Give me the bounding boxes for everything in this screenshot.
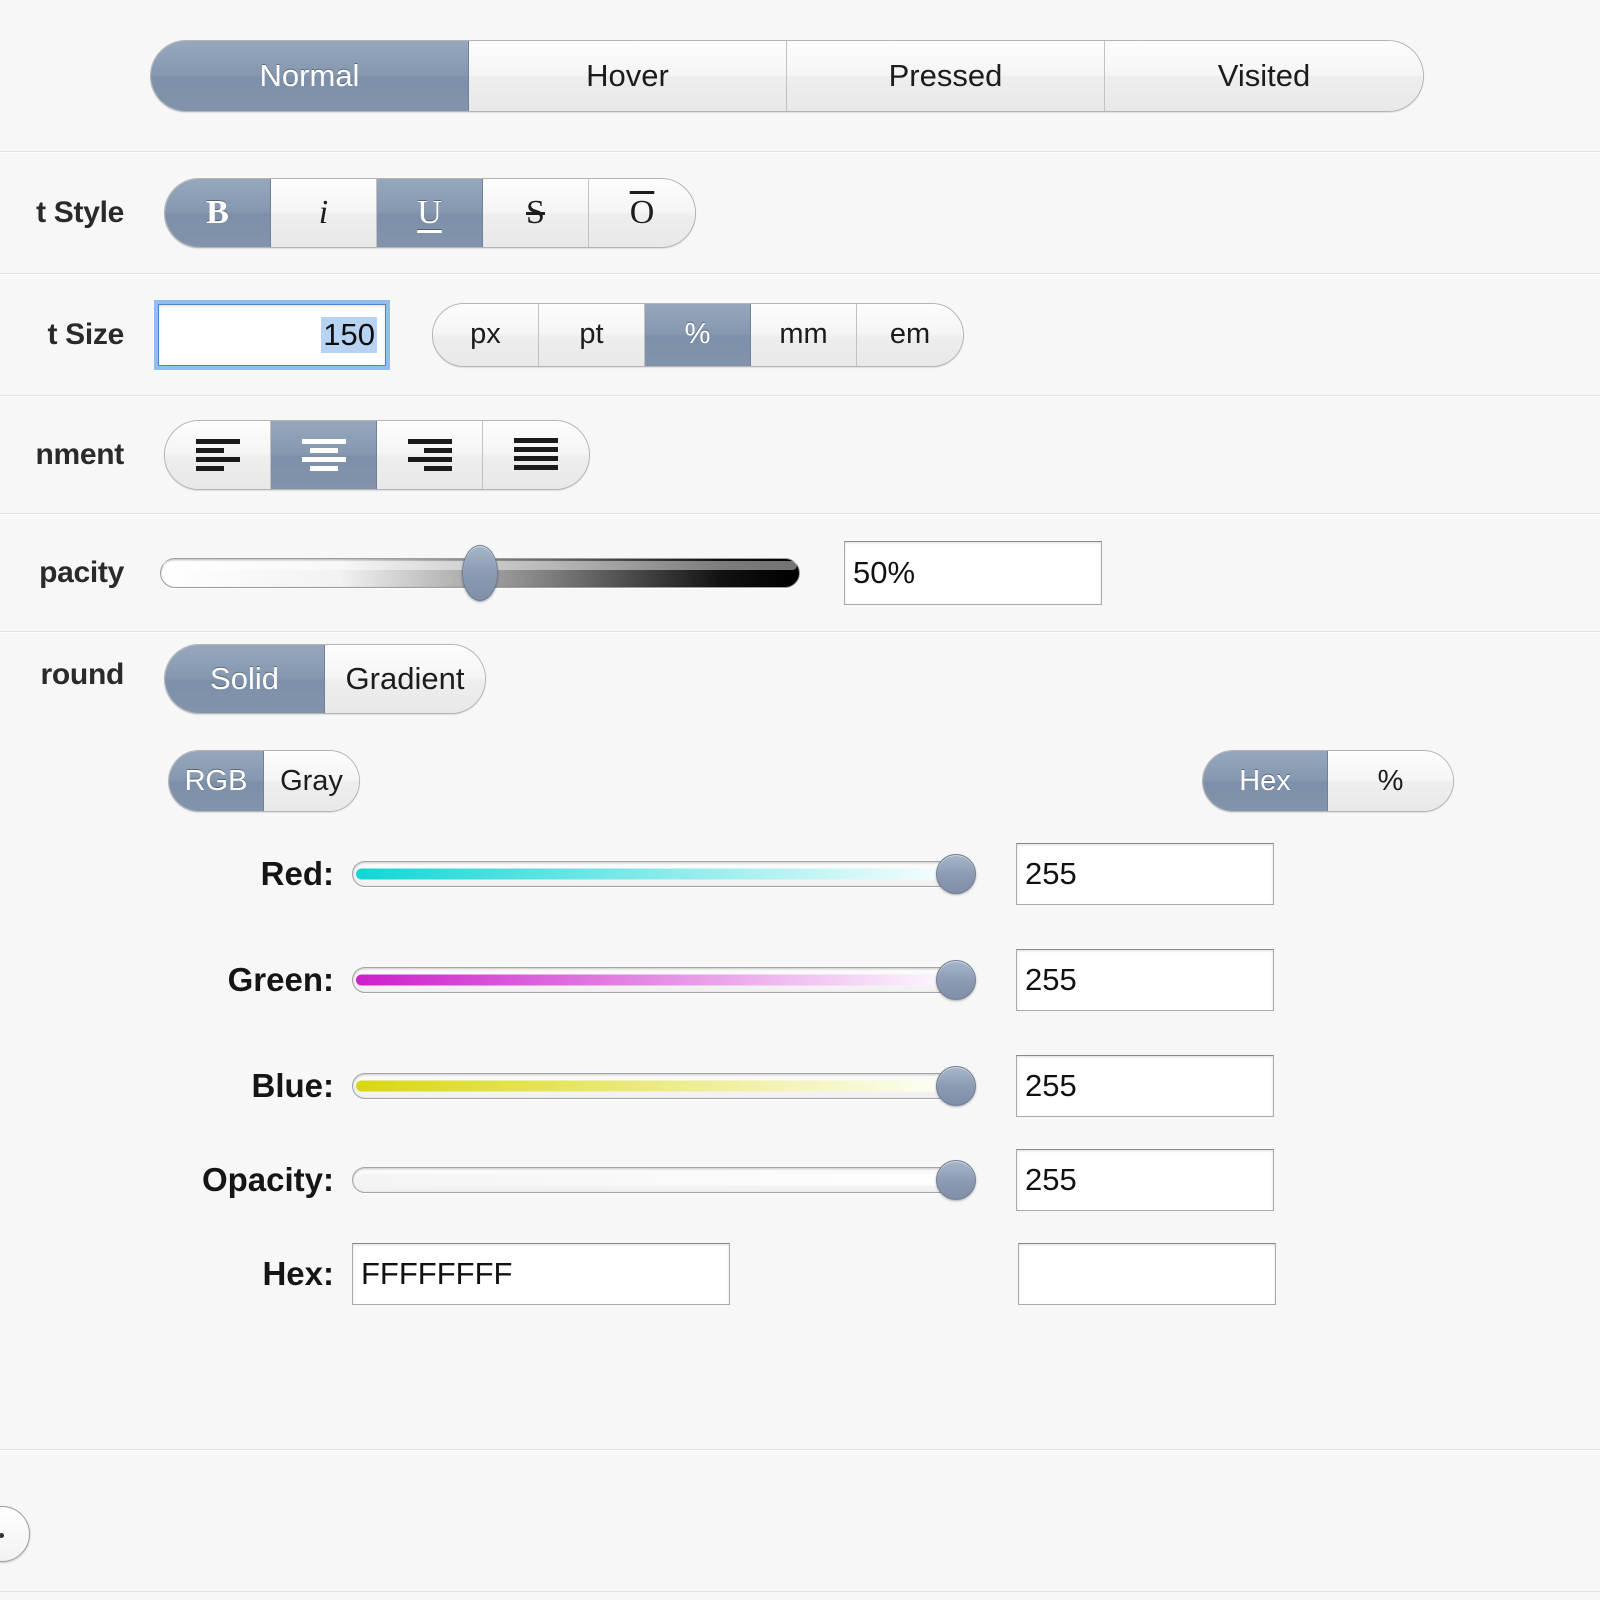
align-justify-button[interactable] <box>483 420 589 489</box>
green-value: 255 <box>1025 962 1077 997</box>
overline-icon: O <box>629 193 655 231</box>
unit-option-px[interactable]: px <box>433 303 539 366</box>
hex-secondary-input[interactable] <box>1018 1243 1276 1305</box>
blue-slider-thumb[interactable] <box>936 1066 976 1106</box>
channel-opacity-label: Opacity: <box>201 1161 334 1198</box>
red-slider[interactable] <box>352 854 976 894</box>
bold-icon: B <box>206 193 229 231</box>
alignment-label: nment <box>35 437 124 471</box>
alignment-row: nment <box>0 396 1600 514</box>
italic-icon: i <box>318 193 329 231</box>
font-size-unit-control[interactable]: px pt % mm em <box>432 302 964 367</box>
opacity-label: pacity <box>39 555 124 589</box>
opacity-value-input[interactable]: 50% <box>844 540 1102 605</box>
align-left-icon <box>195 438 240 471</box>
green-slider-track[interactable] <box>352 967 972 993</box>
blue-value: 255 <box>1025 1068 1077 1103</box>
font-style-segmented-control[interactable]: B i U S O <box>164 177 696 248</box>
channel-green: Green: 255 <box>164 944 1276 1016</box>
strikethrough-icon: S <box>526 193 545 231</box>
unit-option-pt[interactable]: pt <box>539 303 645 366</box>
font-style-label: t Style <box>36 195 124 229</box>
unit-option-em[interactable]: em <box>857 303 963 366</box>
hex-value: FFFFFFFF <box>361 1256 513 1291</box>
background-option-solid[interactable]: Solid <box>165 645 325 713</box>
alignment-segmented-control[interactable] <box>164 419 590 490</box>
hex-input[interactable]: FFFFFFFF <box>352 1243 730 1305</box>
color-toggles-row: RGB Gray Hex % <box>164 750 1454 812</box>
hex-label: Hex: <box>262 1255 334 1292</box>
state-option-hover[interactable]: Hover <box>469 40 787 111</box>
red-slider-track[interactable] <box>352 861 972 887</box>
blue-slider-fill <box>356 1080 968 1092</box>
background-label: round <box>40 658 125 691</box>
color-model-control[interactable]: RGB Gray <box>168 750 360 812</box>
channel-opacity-slider-fill <box>356 1174 968 1186</box>
font-size-value: 150 <box>321 316 377 353</box>
red-value-input[interactable]: 255 <box>1016 843 1274 905</box>
font-style-row: t Style B i U S O <box>0 152 1600 274</box>
state-selector-row: Normal Hover Pressed Visited <box>0 0 1600 152</box>
notation-hex[interactable]: Hex <box>1203 751 1328 811</box>
color-notation-control[interactable]: Hex % <box>1202 750 1454 812</box>
state-option-pressed[interactable]: Pressed <box>787 40 1105 111</box>
channel-opacity-slider-track[interactable] <box>352 1167 972 1193</box>
background-type-control[interactable]: Solid Gradient <box>164 644 486 714</box>
blue-value-input[interactable]: 255 <box>1016 1055 1274 1117</box>
unit-option-mm[interactable]: mm <box>751 303 857 366</box>
underline-icon: U <box>417 193 442 231</box>
channel-opacity: Opacity: 255 <box>164 1144 1276 1216</box>
bottom-spacer <box>0 1450 1600 1592</box>
align-left-button[interactable] <box>165 420 271 489</box>
channel-red: Red: 255 <box>164 838 1276 910</box>
strikethrough-button[interactable]: S <box>483 178 589 247</box>
font-size-label: t Size <box>47 317 124 351</box>
state-option-visited[interactable]: Visited <box>1105 40 1423 111</box>
color-model-gray[interactable]: Gray <box>264 751 359 811</box>
state-option-normal[interactable]: Normal <box>151 40 469 111</box>
italic-button[interactable]: i <box>271 178 377 247</box>
red-slider-thumb[interactable] <box>936 854 976 894</box>
align-right-icon <box>407 438 452 471</box>
opacity-slider[interactable] <box>160 544 800 601</box>
font-size-input[interactable]: 150 <box>154 299 390 370</box>
red-value: 255 <box>1025 856 1077 891</box>
green-slider-fill <box>356 974 968 986</box>
underline-button[interactable]: U <box>377 178 483 247</box>
blue-slider[interactable] <box>352 1066 976 1106</box>
background-row: round Solid Gradient RGB Gray Hex % Red:… <box>0 632 1600 1450</box>
channel-blue: Blue: 255 <box>164 1050 1276 1122</box>
blue-slider-track[interactable] <box>352 1073 972 1099</box>
overline-button[interactable]: O <box>589 178 695 247</box>
align-justify-icon <box>514 437 558 470</box>
notation-percent[interactable]: % <box>1328 751 1453 811</box>
bold-button[interactable]: B <box>165 178 271 247</box>
channel-opacity-value: 255 <box>1025 1162 1077 1197</box>
blue-label: Blue: <box>251 1067 335 1104</box>
hex-row: Hex: FFFFFFFF <box>164 1238 1276 1310</box>
background-option-gradient[interactable]: Gradient <box>325 645 485 713</box>
opacity-slider-thumb[interactable] <box>462 544 498 601</box>
style-inspector-panel: Normal Hover Pressed Visited t Style B i… <box>0 0 1600 1600</box>
channel-opacity-value-input[interactable]: 255 <box>1016 1149 1274 1211</box>
color-model-rgb[interactable]: RGB <box>169 751 264 811</box>
channel-opacity-slider-thumb[interactable] <box>936 1160 976 1200</box>
unit-option-percent[interactable]: % <box>645 303 751 366</box>
color-channels: Red: 255 Green: 255 Blue: 255 Opacity: 2… <box>164 838 1276 1310</box>
green-label: Green: <box>227 961 334 998</box>
align-center-button[interactable] <box>271 420 377 489</box>
green-slider[interactable] <box>352 960 976 1000</box>
green-slider-thumb[interactable] <box>936 960 976 1000</box>
opacity-row: pacity 50% <box>0 514 1600 632</box>
red-slider-fill <box>356 868 968 880</box>
align-right-button[interactable] <box>377 420 483 489</box>
font-size-row: t Size 150 px pt % mm em <box>0 274 1600 396</box>
state-segmented-control[interactable]: Normal Hover Pressed Visited <box>150 39 1424 112</box>
opacity-value: 50% <box>853 554 916 590</box>
red-label: Red: <box>260 855 334 892</box>
green-value-input[interactable]: 255 <box>1016 949 1274 1011</box>
align-center-icon <box>301 438 346 471</box>
channel-opacity-slider[interactable] <box>352 1160 976 1200</box>
